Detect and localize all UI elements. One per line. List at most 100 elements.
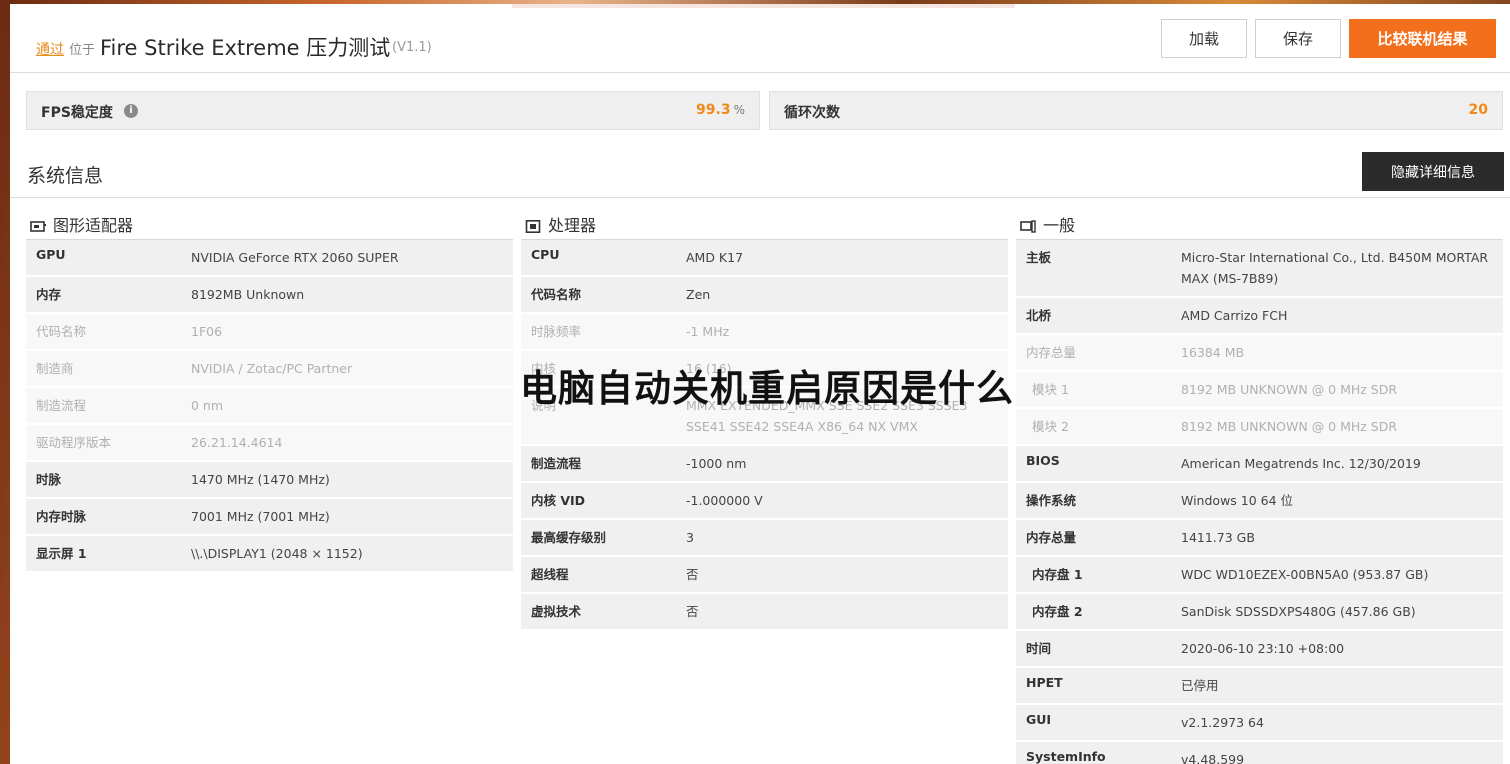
row-value: 否	[686, 604, 699, 619]
row-value: -1000 nm	[686, 456, 747, 471]
info-icon[interactable]: i	[124, 104, 138, 118]
row-value: -1 MHz	[686, 324, 730, 339]
row-key: 内存盘 2	[1032, 604, 1083, 619]
table-row: BIOS American Megatrends Inc. 12/30/2019	[1016, 446, 1503, 483]
table-row: 北桥 AMD Carrizo FCH	[1016, 298, 1503, 335]
row-value: 7001 MHz (7001 MHz)	[191, 509, 330, 524]
general-section: 一般 主板 Micro-Star International Co., Ltd. …	[1016, 214, 1503, 764]
row-value: 2020-06-10 23:10 +08:00	[1181, 641, 1345, 656]
processor-section: 处理器 CPU AMD K17 代码名称 Zen 时脉频率 -1 MHz 内核 16 (…	[521, 214, 1008, 631]
row-key: CPU	[531, 247, 560, 262]
row-value: 0 nm	[191, 398, 224, 413]
save-button[interactable]: 保存	[1255, 19, 1341, 58]
page-title: Fire Strike Extreme 压力测试	[100, 36, 391, 60]
fps-stability-unit: %	[733, 103, 745, 117]
row-key: 时脉频率	[531, 324, 582, 339]
table-row: GPU NVIDIA GeForce RTX 2060 SUPER	[26, 240, 513, 277]
processor-icon	[525, 220, 541, 233]
table-row: 代码名称 Zen	[521, 277, 1008, 314]
table-row: 制造流程 -1000 nm	[521, 446, 1008, 483]
graphics-card-icon	[30, 221, 46, 232]
table-row: 内存 8192MB Unknown	[26, 277, 513, 314]
row-value: 1470 MHz (1470 MHz)	[191, 472, 330, 487]
row-key: 内存	[36, 287, 62, 302]
fps-stability-label: FPS稳定度	[41, 105, 113, 121]
row-key: GUI	[1026, 712, 1052, 727]
divider	[10, 197, 1510, 198]
table-row: CPU AMD K17	[521, 240, 1008, 277]
fps-stability-value-wrap: 99.3%	[696, 102, 745, 118]
row-key: 制造流程	[36, 398, 87, 413]
table-row: 虚拟技术 否	[521, 594, 1008, 631]
table-row: 内存盘 2 SanDisk SDSSDXPS480G (457.86 GB)	[1016, 594, 1503, 631]
table-row: 内存时脉 7001 MHz (7001 MHz)	[26, 499, 513, 536]
table-row: 制造商 NVIDIA / Zotac/PC Partner	[26, 351, 513, 388]
row-value: 1F06	[191, 324, 223, 339]
table-row: 时脉 1470 MHz (1470 MHz)	[26, 462, 513, 499]
loop-count-value: 20	[1468, 102, 1488, 118]
table-row: HPET 已停用	[1016, 668, 1503, 705]
section-heading-label: 处理器	[548, 216, 597, 235]
row-value: Zen	[686, 287, 711, 302]
table-row: 制造流程 0 nm	[26, 388, 513, 425]
row-key: 内存盘 1	[1032, 567, 1083, 582]
row-key: 最高缓存级别	[531, 530, 607, 545]
loop-count-label: 循环次数	[784, 105, 840, 121]
row-key: 操作系统	[1026, 493, 1077, 508]
hide-details-button[interactable]: 隐藏详细信息	[1362, 152, 1504, 191]
row-key: 制造流程	[531, 456, 582, 471]
pass-link[interactable]: 通过	[36, 39, 64, 59]
table-row: 内核 VID -1.000000 V	[521, 483, 1008, 520]
row-key: SystemInfo	[1026, 749, 1106, 764]
row-value: Windows 10 64 位	[1181, 493, 1294, 508]
section-heading: 一般	[1016, 214, 1503, 240]
row-value: 1411.73 GB	[1181, 530, 1255, 545]
row-key: 内存总量	[1026, 530, 1077, 545]
table-row: 内存总量 1411.73 GB	[1016, 520, 1503, 557]
section-heading: 图形适配器	[26, 214, 513, 240]
row-key: HPET	[1026, 675, 1063, 690]
table-row: 模块 2 8192 MB UNKNOWN @ 0 MHz SDR	[1016, 409, 1503, 446]
row-value: v4.48.599	[1181, 752, 1245, 764]
loop-count-stat: 循环次数 20	[769, 91, 1503, 130]
row-value: SanDisk SDSSDXPS480G (457.86 GB)	[1181, 604, 1416, 619]
fps-stability-value: 99.3	[696, 102, 731, 118]
row-value: 3	[686, 530, 694, 545]
header: 通过 位于 Fire Strike Extreme 压力测试 (V1.1) 加载…	[10, 4, 1510, 73]
row-key: 代码名称	[531, 287, 582, 302]
table-row: 代码名称 1F06	[26, 314, 513, 351]
row-value: 已停用	[1181, 678, 1219, 693]
table-row: 模块 1 8192 MB UNKNOWN @ 0 MHz SDR	[1016, 372, 1503, 409]
overlay-title: 电脑自动关机重启原因是什么	[520, 367, 1014, 410]
row-key: GPU	[36, 247, 66, 262]
row-value: 否	[686, 567, 699, 582]
row-value: NVIDIA / Zotac/PC Partner	[191, 361, 353, 376]
row-value: WDC WD10EZEX-00BN5A0 (953.87 GB)	[1181, 567, 1429, 582]
table-row: 驱动程序版本 26.21.14.4614	[26, 425, 513, 462]
row-value: 26.21.14.4614	[191, 435, 283, 450]
row-key: BIOS	[1026, 453, 1060, 468]
row-value: -1.000000 V	[686, 493, 763, 508]
row-key: 内存时脉	[36, 509, 87, 524]
result-panel: 通过 位于 Fire Strike Extreme 压力测试 (V1.1) 加载…	[10, 4, 1510, 764]
row-key: 内存总量	[1026, 345, 1077, 360]
row-value: v2.1.2973 64	[1181, 715, 1264, 730]
table-row: GUI v2.1.2973 64	[1016, 705, 1503, 742]
row-key: 制造商	[36, 361, 74, 376]
row-key: 模块 2	[1032, 419, 1069, 434]
load-button[interactable]: 加载	[1161, 19, 1247, 58]
row-key: 内核 VID	[531, 493, 586, 508]
version-label: (V1.1)	[392, 40, 432, 55]
table-row: 时脉频率 -1 MHz	[521, 314, 1008, 351]
table-row: 操作系统 Windows 10 64 位	[1016, 483, 1503, 520]
table-row: 显示屏 1 \\.\DISPLAY1 (2048 × 1152)	[26, 536, 513, 573]
row-key: 虚拟技术	[531, 604, 582, 619]
row-value: American Megatrends Inc. 12/30/2019	[1181, 456, 1421, 471]
row-key: 超线程	[531, 567, 569, 582]
row-key: 北桥	[1026, 308, 1052, 323]
compare-online-button[interactable]: 比较联机结果	[1349, 19, 1496, 58]
row-value: 8192 MB UNKNOWN @ 0 MHz SDR	[1181, 419, 1398, 434]
row-value: Micro-Star International Co., Ltd. B450M…	[1181, 250, 1489, 286]
section-heading-label: 图形适配器	[53, 216, 134, 235]
row-key: 驱动程序版本	[36, 435, 112, 450]
